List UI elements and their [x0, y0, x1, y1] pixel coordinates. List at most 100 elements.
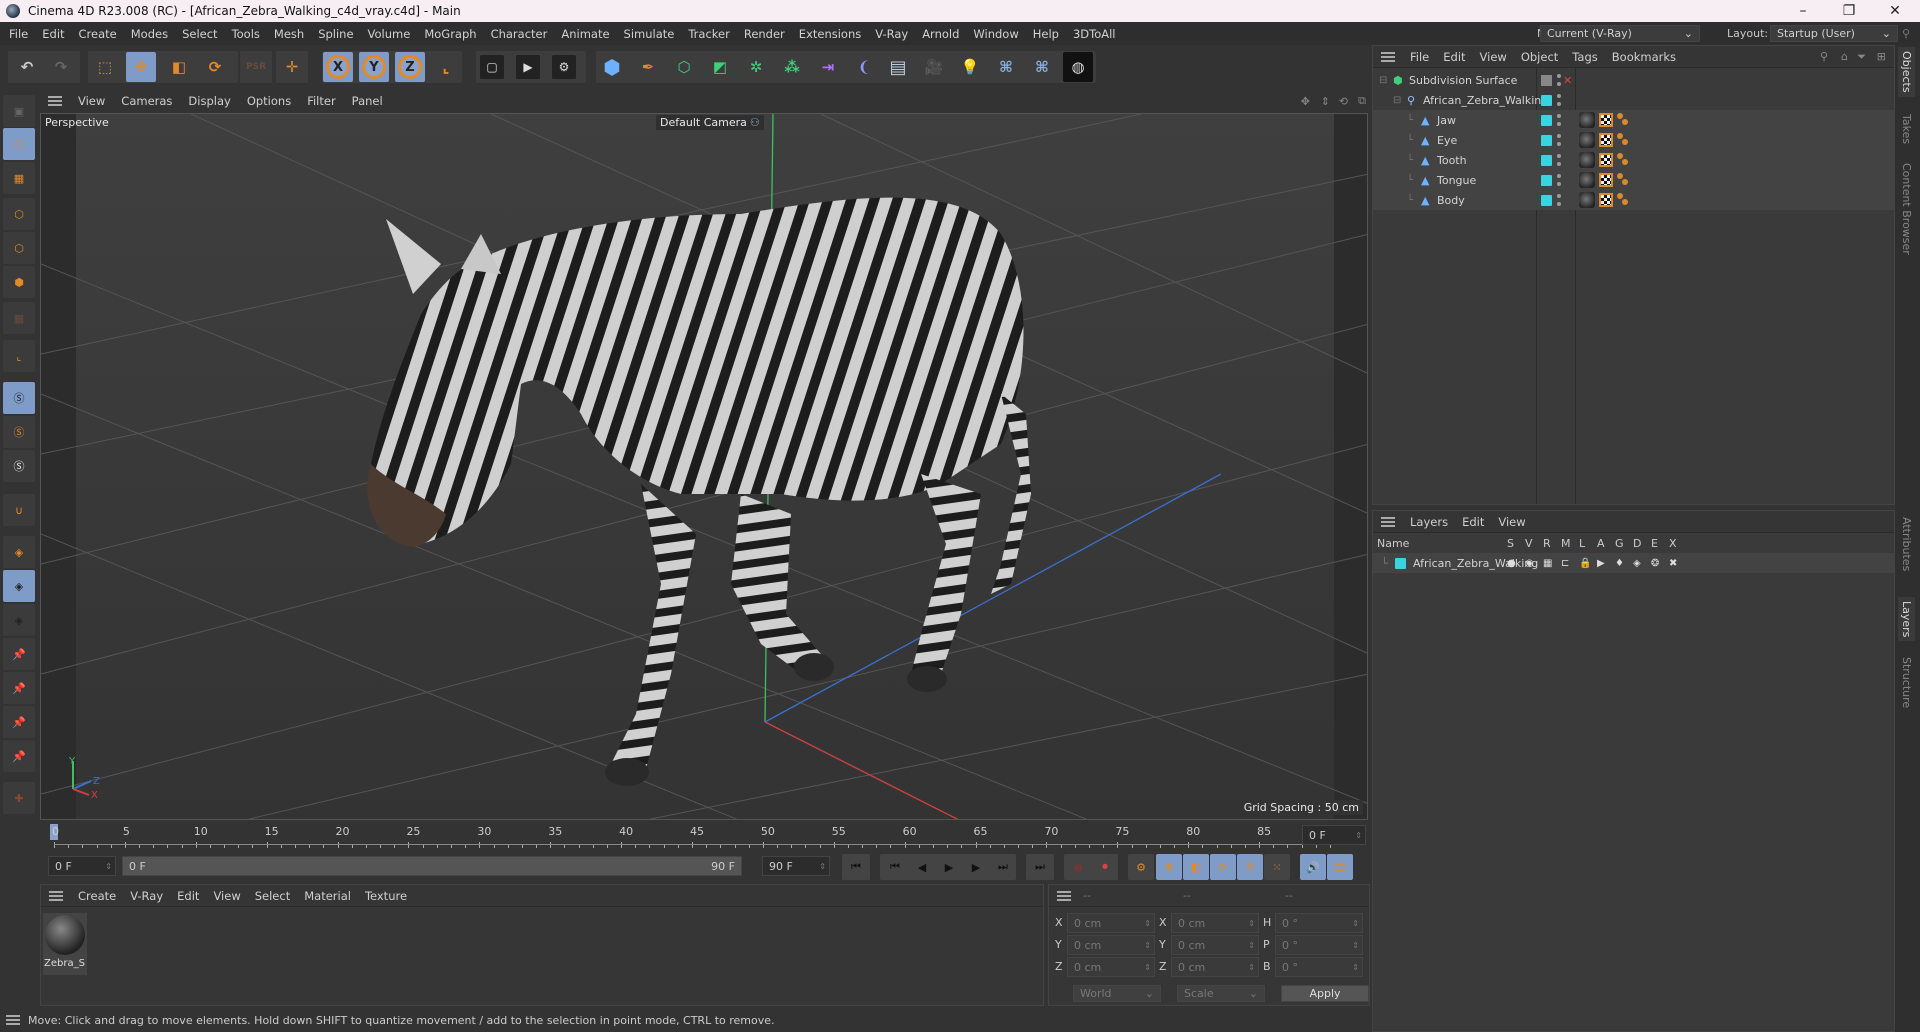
render-picture-viewer-icon[interactable]: ▶: [516, 55, 540, 79]
pan-view-icon[interactable]: ✥: [1301, 95, 1310, 108]
object-row[interactable]: └ ▲ Eye: [1373, 130, 1894, 150]
prev-frame-button[interactable]: ◀: [909, 854, 935, 880]
layers-menu-item-1[interactable]: Edit: [1455, 515, 1491, 529]
side-tab-attributes[interactable]: Attributes: [1898, 513, 1915, 575]
material-tag-icon[interactable]: [1579, 172, 1595, 188]
viewport-menu-item-4[interactable]: Filter: [299, 94, 343, 108]
pin-r-icon[interactable]: 📌: [3, 706, 35, 738]
hamburger-icon[interactable]: [49, 890, 63, 901]
psr-icon[interactable]: PSR: [241, 52, 271, 82]
add-tool-icon[interactable]: ✚: [3, 782, 35, 814]
side-tab-objects[interactable]: Objects: [1898, 47, 1915, 97]
manager-icon[interactable]: ⊏: [1561, 558, 1569, 569]
objects-menu-item-1[interactable]: Edit: [1436, 50, 1472, 64]
solo-icon[interactable]: ●: [1507, 558, 1516, 569]
weight-tag-icon[interactable]: [1617, 193, 1631, 207]
material-menu-item-0[interactable]: Create: [71, 889, 123, 903]
layer-color-swatch[interactable]: [1541, 194, 1552, 206]
layout-select[interactable]: Startup (User) ⌄: [1770, 25, 1898, 42]
uv-mode-icon[interactable]: ▦: [3, 302, 35, 334]
hamburger-icon[interactable]: [1381, 516, 1395, 527]
solo-off-icon[interactable]: Ⓢ: [3, 382, 35, 414]
menu-item-13[interactable]: Tracker: [681, 27, 737, 41]
objects-menu-item-3[interactable]: Object: [1514, 50, 1565, 64]
rotate-icon[interactable]: ⟳: [200, 52, 230, 82]
coord-mode-select[interactable]: Scale ⌄: [1177, 985, 1265, 1002]
render-view-icon[interactable]: ▢: [480, 55, 504, 79]
key-parameter-icon[interactable]: Ⓟ: [1237, 854, 1263, 880]
pin-target-icon[interactable]: 📌: [3, 740, 35, 772]
search-icon[interactable]: ⚲: [1820, 50, 1828, 63]
uvw-tag-icon[interactable]: [1599, 153, 1613, 167]
object-row[interactable]: ⊟ ⚲ African_Zebra_Walking: [1373, 90, 1894, 110]
menu-item-7[interactable]: Spline: [311, 27, 360, 41]
visibility-dots-icon[interactable]: [1557, 74, 1561, 86]
menu-item-10[interactable]: Character: [484, 27, 555, 41]
object-row[interactable]: └ ▲ Tooth: [1373, 150, 1894, 170]
subdivision-icon[interactable]: ⬡: [669, 52, 699, 82]
light-icon[interactable]: 💡: [955, 52, 985, 82]
deformer-icon[interactable]: ❨: [849, 52, 879, 82]
expression-icon[interactable]: ❂: [1651, 558, 1659, 569]
lock-icon[interactable]: 🔒: [1579, 558, 1591, 569]
make-editable-icon[interactable]: ▣: [3, 95, 35, 127]
layer-column-header[interactable]: M: [1561, 537, 1571, 550]
layer-color-swatch[interactable]: [1541, 114, 1552, 126]
axis-move-icon[interactable]: ✛: [277, 52, 307, 82]
edges-mode-icon[interactable]: ⬡: [3, 232, 35, 264]
layer-column-header[interactable]: E: [1651, 537, 1658, 550]
menu-item-8[interactable]: Volume: [361, 27, 418, 41]
weight-tag-icon[interactable]: [1617, 153, 1631, 167]
hamburger-icon[interactable]: [48, 96, 62, 106]
pin-p-icon[interactable]: 📌: [3, 672, 35, 704]
next-key-button[interactable]: ⏭: [990, 854, 1016, 880]
next-frame-button[interactable]: ▶: [963, 854, 989, 880]
python-generator-icon[interactable]: ⌘: [1027, 52, 1057, 82]
redo-icon[interactable]: ↷: [46, 52, 76, 82]
end-frame-field[interactable]: 90 F ⇕: [762, 856, 830, 876]
object-row[interactable]: └ ▲ Tongue: [1373, 170, 1894, 190]
viewport-menu-item-5[interactable]: Panel: [344, 94, 391, 108]
hamburger-icon[interactable]: [1057, 890, 1071, 901]
key-scale-icon[interactable]: ◧: [1183, 854, 1209, 880]
viewport-menu-item-0[interactable]: View: [70, 94, 113, 108]
prev-key-button[interactable]: ⏮: [882, 854, 908, 880]
weight-tag-icon[interactable]: [1617, 113, 1631, 127]
animation-icon[interactable]: ▶: [1597, 558, 1605, 569]
layer-row[interactable]: └ African_Zebra_Walking ● ◉ ▦ ⊏ 🔒 ▶ ♦ ◈ ❂ ✖: [1373, 553, 1894, 573]
live-selection-icon[interactable]: ⬚: [90, 52, 120, 82]
minimize-button[interactable]: –: [1780, 0, 1826, 22]
home-icon[interactable]: ⌂: [1841, 50, 1848, 63]
key-rotation-icon[interactable]: ⟳: [1210, 854, 1236, 880]
pen-icon[interactable]: ✒: [633, 52, 663, 82]
rot-field[interactable]: 0 ° ⇕: [1275, 957, 1363, 977]
viewport-menu-item-2[interactable]: Display: [180, 94, 238, 108]
layer-column-header[interactable]: L: [1579, 537, 1585, 550]
menu-item-16[interactable]: V-Ray: [868, 27, 915, 41]
camera-icon[interactable]: 🎥: [919, 52, 949, 82]
menu-item-5[interactable]: Tools: [225, 27, 267, 41]
film-icon[interactable]: 🎞: [1327, 854, 1353, 880]
layer-column-header[interactable]: V: [1525, 537, 1533, 550]
uvw-tag-icon[interactable]: [1599, 193, 1613, 207]
key-position-icon[interactable]: ✥: [1156, 854, 1182, 880]
scale-icon[interactable]: ◧: [164, 52, 194, 82]
weight-tag-icon[interactable]: [1617, 173, 1631, 187]
size-field[interactable]: 0 cm ⇕: [1171, 957, 1259, 977]
rot-field[interactable]: 0 ° ⇕: [1275, 935, 1363, 955]
viewport-menu-item-3[interactable]: Options: [239, 94, 299, 108]
side-tab-structure[interactable]: Structure: [1898, 653, 1915, 712]
new-view-icon[interactable]: ⊞: [1877, 50, 1886, 63]
menu-item-1[interactable]: Edit: [35, 27, 71, 41]
material-menu-item-1[interactable]: V-Ray: [123, 889, 170, 903]
side-tab-layers[interactable]: Layers: [1898, 597, 1915, 642]
pos-field[interactable]: 0 cm ⇕: [1067, 913, 1155, 933]
search-icon[interactable]: ⚲: [1902, 27, 1910, 40]
layer-column-header[interactable]: G: [1615, 537, 1624, 550]
xref-icon[interactable]: ✖: [1669, 558, 1677, 569]
go-to-start-button[interactable]: ⏮: [842, 854, 870, 880]
cloner-icon[interactable]: ✲: [741, 52, 771, 82]
model-mode-icon[interactable]: ⬡: [3, 128, 35, 160]
material-menu-item-2[interactable]: Edit: [170, 889, 206, 903]
texture-mode-icon[interactable]: ▦: [3, 162, 35, 194]
